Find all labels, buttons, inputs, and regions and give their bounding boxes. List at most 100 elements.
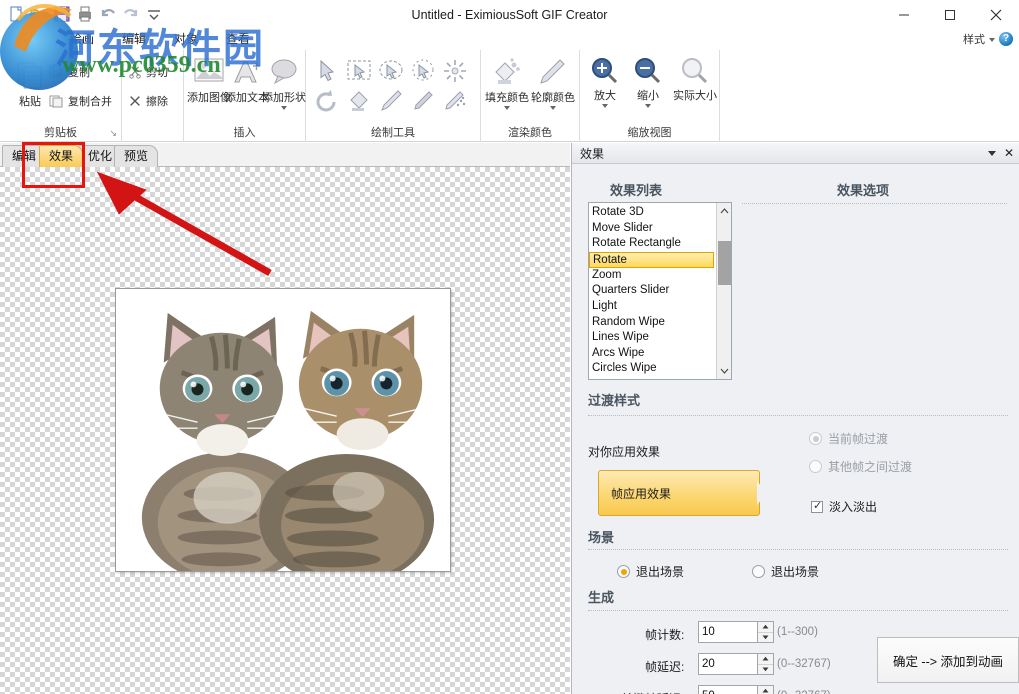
effect-item-light[interactable]: Light xyxy=(589,299,716,315)
effect-item-arcs-wipe[interactable]: Arcs Wipe xyxy=(589,346,716,362)
outline-color-button[interactable]: 轮廓颜色 xyxy=(529,56,577,110)
zoom-in-button[interactable]: 放大 xyxy=(583,56,627,108)
zoom-in-label: 放大 xyxy=(594,90,616,102)
frame-count-input[interactable]: 10 xyxy=(698,621,758,643)
ribbon-tab-draw[interactable]: 绘画 xyxy=(56,28,108,50)
close-icon[interactable]: ✕ xyxy=(1004,147,1014,159)
minimize-button[interactable] xyxy=(881,0,927,30)
effect-item-rotate-3d[interactable]: Rotate 3D xyxy=(589,205,716,221)
select-free-icon[interactable] xyxy=(378,58,404,84)
add-shape-button[interactable]: 添加形状 xyxy=(262,56,306,110)
spin-up-icon[interactable] xyxy=(758,686,773,694)
spin-up-icon[interactable] xyxy=(758,622,773,632)
scroll-up-icon[interactable] xyxy=(717,203,731,218)
close-button[interactable] xyxy=(973,0,1019,30)
new-icon[interactable] xyxy=(6,4,26,24)
open-icon[interactable] xyxy=(29,4,49,24)
redo-icon[interactable] xyxy=(121,4,141,24)
radio-exit-scene-b[interactable] xyxy=(752,565,765,578)
fill-color-button[interactable]: 填充颜色 xyxy=(483,56,531,110)
bucket-icon[interactable] xyxy=(346,88,372,114)
effect-item-random-wipe[interactable]: Random Wipe xyxy=(589,315,716,331)
keyframe-delay-label: 关键帧延迟: xyxy=(621,690,684,694)
keyframe-delay-stepper[interactable]: 50 xyxy=(698,685,774,694)
zoom-out-chevron-down-icon[interactable] xyxy=(645,104,651,108)
select-rect-icon[interactable] xyxy=(346,58,372,84)
sparkle-brush-icon[interactable] xyxy=(442,88,468,114)
confirm-add-to-animation-button[interactable]: 确定 --> 添加到动画 xyxy=(877,637,1019,683)
ribbon-group-drawing-tools: 绘制工具 xyxy=(306,50,481,142)
frame-apply-effect-button[interactable]: 帧应用效果 xyxy=(598,470,760,516)
effect-item-rotate-rectangle[interactable]: Rotate Rectangle xyxy=(589,236,716,252)
customize-icon[interactable] xyxy=(144,4,164,24)
zoom-in-chevron-down-icon[interactable] xyxy=(602,104,608,108)
checkbox-fade-in-out[interactable] xyxy=(811,499,823,513)
style-label[interactable]: 样式 xyxy=(963,31,985,47)
window-controls[interactable] xyxy=(881,0,1019,30)
pencil-icon[interactable] xyxy=(378,88,404,114)
ribbon-tab-object[interactable]: 对象 xyxy=(160,28,212,50)
radio-current-frame-transition[interactable] xyxy=(809,432,822,445)
keyframe-delay-spin-buttons[interactable] xyxy=(758,685,774,694)
copy-merge-label: 复制合并 xyxy=(68,96,112,108)
document-tab-strip[interactable]: 编辑 效果 优化 预览 xyxy=(0,143,570,167)
select-lasso-icon[interactable] xyxy=(410,58,436,84)
effects-listbox[interactable]: Rotate 3D Move Slider Rotate Rectangle R… xyxy=(588,202,732,380)
copy-button[interactable]: 复制 xyxy=(48,64,90,80)
help-icon[interactable]: ? xyxy=(999,32,1013,46)
effect-item-zoom[interactable]: Zoom xyxy=(589,268,716,284)
frame-count-stepper[interactable]: 10 xyxy=(698,621,774,643)
frame-delay-input[interactable]: 20 xyxy=(698,653,758,675)
ribbon-group-zoom-view: 放大 缩小 实际大小 缩放视图 xyxy=(580,50,720,142)
spin-down-icon[interactable] xyxy=(758,663,773,675)
effects-list-scrollbar[interactable] xyxy=(716,203,731,379)
undo-icon[interactable] xyxy=(98,4,118,24)
doc-tab-preview[interactable]: 预览 xyxy=(114,145,159,167)
effect-item-lines-wipe[interactable]: Lines Wipe xyxy=(589,330,716,346)
fill-color-chevron-down-icon[interactable] xyxy=(504,106,510,110)
effect-item-rotate[interactable]: Rotate xyxy=(589,251,714,268)
ribbon-tab-strip[interactable]: 绘画 编辑 对象 查看 xyxy=(0,28,264,50)
effects-panel: 效果 ✕ 效果列表 效果选项 Rotate 3D Move Slider Rot… xyxy=(571,143,1019,694)
actual-size-button[interactable]: 实际大小 xyxy=(670,56,720,103)
effects-list-items[interactable]: Rotate 3D Move Slider Rotate Rectangle R… xyxy=(589,203,716,379)
cut-button[interactable]: 剪切 xyxy=(128,64,168,80)
add-shape-chevron-down-icon[interactable] xyxy=(281,106,287,110)
outline-color-chevron-down-icon[interactable] xyxy=(550,106,556,110)
keyframe-delay-input[interactable]: 50 xyxy=(698,685,758,694)
copy-merge-button[interactable]: 复制合并 xyxy=(48,93,112,109)
clipboard-dialog-launcher-icon[interactable]: ↘ xyxy=(109,128,117,139)
scroll-down-icon[interactable] xyxy=(717,364,731,379)
effect-item-quarters-slider[interactable]: Quarters Slider xyxy=(589,283,716,299)
magic-wand-icon[interactable] xyxy=(442,58,468,84)
marker-icon[interactable] xyxy=(410,88,436,114)
spin-up-icon[interactable] xyxy=(758,654,773,664)
frame-delay-spin-buttons[interactable] xyxy=(758,653,774,675)
kittens-image[interactable] xyxy=(115,288,451,572)
effect-item-move-slider[interactable]: Move Slider xyxy=(589,221,716,237)
effect-item-circles-wipe[interactable]: Circles Wipe xyxy=(589,361,716,377)
radio-between-other-frames[interactable] xyxy=(809,460,822,473)
chevron-down-icon[interactable] xyxy=(989,37,995,42)
actual-size-label: 实际大小 xyxy=(673,90,717,102)
spin-down-icon[interactable] xyxy=(758,631,773,643)
scene-heading: 场景 xyxy=(588,530,615,545)
maximize-button[interactable] xyxy=(927,0,973,30)
frame-count-spin-buttons[interactable] xyxy=(758,621,774,643)
chevron-down-icon[interactable] xyxy=(987,150,996,156)
radio-exit-scene-a[interactable] xyxy=(617,565,630,578)
save-icon[interactable] xyxy=(52,4,72,24)
scroll-thumb[interactable] xyxy=(718,241,731,285)
quick-access-toolbar[interactable] xyxy=(6,2,164,26)
print-icon[interactable] xyxy=(75,4,95,24)
checkbox-fade-in-out-label: 淡入淡出 xyxy=(829,500,878,514)
erase-button[interactable]: 擦除 xyxy=(128,93,168,109)
ribbon-tab-edit[interactable]: 编辑 xyxy=(108,28,160,50)
rotate-icon[interactable] xyxy=(314,88,340,114)
doc-tab-effects[interactable]: 效果 xyxy=(39,145,84,167)
ribbon-tab-view[interactable]: 查看 xyxy=(212,28,264,50)
pointer-icon[interactable] xyxy=(314,58,340,84)
style-and-help-bar[interactable]: 样式 ? xyxy=(963,30,1013,48)
zoom-out-button[interactable]: 缩小 xyxy=(626,56,670,108)
frame-delay-stepper[interactable]: 20 xyxy=(698,653,774,675)
